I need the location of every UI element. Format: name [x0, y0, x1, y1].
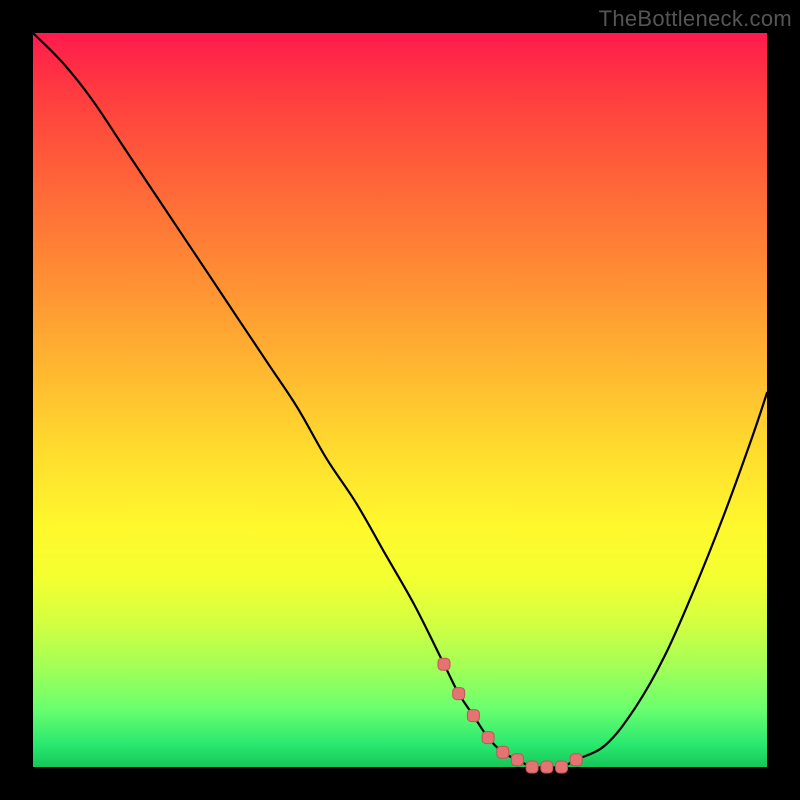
marker [453, 688, 465, 700]
marker [556, 761, 568, 773]
bottleneck-curve [33, 33, 767, 768]
chart-frame: TheBottleneck.com [0, 0, 800, 800]
marker [438, 658, 450, 670]
marker [467, 710, 479, 722]
marker [482, 732, 494, 744]
curve-layer [33, 33, 767, 767]
marker [511, 754, 523, 766]
watermark-text: TheBottleneck.com [599, 6, 792, 32]
marker [526, 761, 538, 773]
marker [497, 746, 509, 758]
marker [570, 754, 582, 766]
marker [541, 761, 553, 773]
